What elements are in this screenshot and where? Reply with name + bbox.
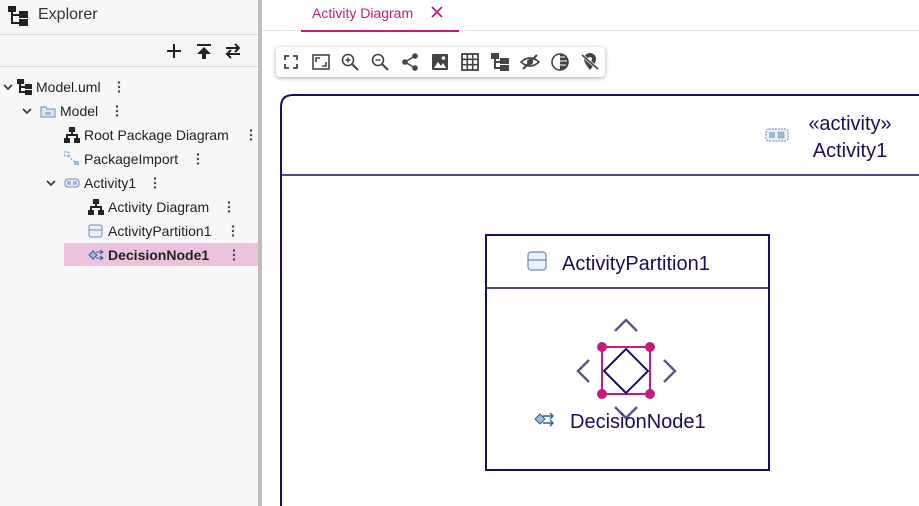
editor-tab-bar: Activity Diagram (262, 0, 919, 32)
more-options-icon[interactable] (231, 224, 235, 238)
activity-icon (64, 178, 80, 188)
more-options-icon[interactable] (115, 104, 119, 118)
explorer-header: Explorer (0, 0, 258, 35)
resize-handle-nw[interactable] (597, 342, 607, 352)
tab-activity-diagram[interactable]: Activity Diagram (301, 0, 459, 32)
more-options-icon[interactable] (249, 128, 253, 142)
more-options-icon[interactable] (196, 152, 200, 166)
chevron-down-icon[interactable] (2, 81, 14, 93)
tree-item-label: ActivityPartition1 (108, 223, 212, 239)
tree-item-package-import[interactable]: PackageImport (0, 147, 258, 170)
resize-handle-ne[interactable] (645, 342, 655, 352)
sync-icon[interactable] (223, 41, 243, 61)
explorer-title: Explorer (38, 6, 98, 23)
activity-stereotype: «activity» (808, 113, 891, 135)
tree-item-model-uml[interactable]: Model.uml (0, 75, 258, 98)
tree-item-label: Model.uml (36, 79, 101, 95)
export-image-icon[interactable] (430, 52, 450, 72)
hide-icon[interactable] (520, 52, 540, 72)
diagram-toolbar (276, 47, 605, 77)
package-icon (40, 106, 56, 118)
resize-handle-se[interactable] (645, 389, 655, 399)
tree-item-label: Root Package Diagram (84, 127, 229, 143)
tree-item-root-package-diagram[interactable]: Root Package Diagram (0, 123, 258, 146)
tree-item-model[interactable]: Model (0, 99, 258, 122)
explorer-toolbar (0, 35, 258, 67)
tab-label: Activity Diagram (312, 5, 414, 21)
more-options-icon[interactable] (227, 200, 231, 214)
add-icon[interactable] (164, 41, 184, 61)
fit-screen-icon[interactable] (281, 52, 301, 72)
zoom-in-icon[interactable] (340, 52, 360, 72)
more-options-icon[interactable] (117, 80, 121, 94)
zoom-out-icon[interactable] (370, 52, 390, 72)
tree-item-activity-diagram[interactable]: Activity Diagram (0, 195, 258, 218)
tree-item-label: Activity1 (84, 175, 137, 191)
chevron-down-icon[interactable] (45, 177, 57, 189)
share-icon[interactable] (400, 52, 420, 72)
fit-window-icon[interactable] (311, 52, 331, 72)
location-off-icon[interactable] (580, 52, 600, 72)
activity-header-icon (765, 128, 789, 142)
layout-icon[interactable] (490, 52, 510, 72)
tree-item-label: PackageImport (84, 151, 179, 167)
decision-node-name: DecisionNode1 (570, 411, 706, 433)
partition-icon (88, 224, 103, 238)
diagram-icon (88, 199, 104, 215)
tree-item-label: Activity Diagram (108, 199, 210, 215)
resize-handle-sw[interactable] (597, 389, 607, 399)
tree-item-activity-partition1[interactable]: ActivityPartition1 (0, 219, 258, 242)
tree-item-decision-node1[interactable]: DecisionNode1 (0, 243, 258, 266)
partition-name: ActivityPartition1 (562, 253, 710, 275)
chevron-down-icon[interactable] (21, 105, 33, 117)
more-options-icon[interactable] (232, 248, 236, 262)
decision-node-icon (88, 249, 104, 261)
explorer-panel: Explorer Model.uml Model Root Package Di… (0, 0, 258, 506)
tree-item-label: DecisionNode1 (108, 247, 210, 263)
diagram-canvas[interactable]: «activity» Activity1 ActivityPartition1 … (262, 77, 919, 506)
grid-icon[interactable] (460, 52, 480, 72)
tree-item-activity1[interactable]: Activity1 (0, 171, 258, 194)
activity-name: Activity1 (813, 140, 887, 162)
partition-icon (527, 251, 547, 271)
explorer-tree-icon (8, 6, 28, 26)
diagram-icon (64, 127, 80, 143)
package-import-icon (64, 151, 79, 165)
tree-item-label: Model (60, 103, 99, 119)
contrast-icon[interactable] (550, 52, 570, 72)
close-icon[interactable] (431, 6, 443, 18)
more-options-icon[interactable] (153, 176, 157, 190)
model-file-icon (17, 79, 32, 95)
collapse-all-icon[interactable] (194, 41, 214, 61)
